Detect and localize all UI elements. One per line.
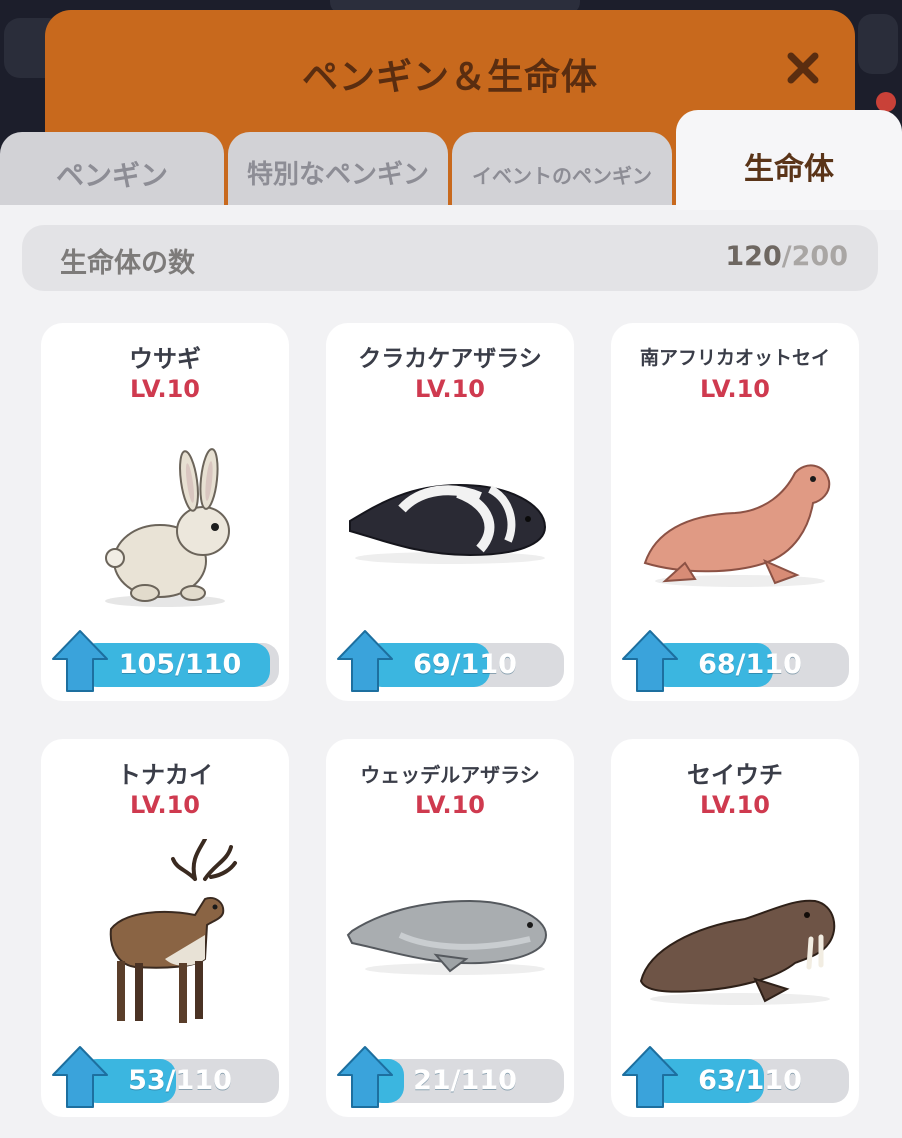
- close-icon: [787, 52, 819, 84]
- progress-text: 21/110: [413, 1065, 517, 1096]
- ribbon-seal-icon: [349, 483, 547, 564]
- creature-card-fur-seal[interactable]: 南アフリカオットセイ LV.10 68/110: [611, 323, 859, 701]
- tab-special-penguins[interactable]: 特別なペンギン: [228, 132, 448, 210]
- creature-card-reindeer[interactable]: トナカイ LV.10 53/110: [41, 739, 289, 1117]
- tab-penguins[interactable]: ペンギン: [0, 132, 224, 210]
- creature-level: LV.10: [700, 791, 770, 819]
- upgrade-arrow-icon[interactable]: [51, 629, 109, 695]
- creature-count-current: 120: [725, 241, 782, 272]
- dialog-title: ペンギン＆生命体: [301, 57, 598, 98]
- tab-event-penguins[interactable]: イベントのペンギン: [452, 132, 672, 210]
- creature-level: LV.10: [415, 375, 485, 403]
- creature-name: 南アフリカオットセイ: [639, 347, 830, 369]
- reindeer-icon: [109, 839, 237, 1023]
- creature-level: LV.10: [130, 791, 200, 819]
- creature-card-rabbit[interactable]: ウサギ LV.10 105/110: [41, 323, 289, 701]
- rabbit-icon: [105, 448, 230, 607]
- progress-text: 63/110: [698, 1065, 802, 1096]
- upgrade-arrow-icon[interactable]: [621, 1045, 679, 1111]
- creature-name: クラカケアザラシ: [358, 346, 542, 372]
- creature-name: セイウチ: [687, 761, 783, 789]
- progress-text: 53/110: [128, 1065, 232, 1096]
- fur-seal-icon: [643, 464, 831, 587]
- creature-name: ウサギ: [129, 345, 201, 373]
- creature-count-label: 生命体の数: [60, 248, 195, 279]
- creature-count-total: /200: [781, 241, 848, 272]
- upgrade-arrow-icon[interactable]: [336, 629, 394, 695]
- background-settings-button: [858, 14, 898, 74]
- creature-count-bar: 生命体の数 120/200: [22, 225, 878, 291]
- creature-level: LV.10: [700, 375, 770, 403]
- creature-level: LV.10: [415, 791, 485, 819]
- creature-name: ウェッデルアザラシ: [360, 763, 540, 787]
- creature-panel: 生命体の数 120/200 ウサギ LV.10 105/110 クラカケアザラシ…: [0, 205, 902, 1138]
- tab-creatures[interactable]: 生命体: [676, 110, 902, 210]
- creature-name: トナカイ: [117, 761, 213, 789]
- creature-card-weddell-seal[interactable]: ウェッデルアザラシ LV.10 21/110: [326, 739, 574, 1117]
- walrus-icon: [639, 899, 836, 1005]
- weddell-seal-icon: [346, 899, 548, 975]
- background-notification-badge: [876, 92, 896, 112]
- creature-level: LV.10: [130, 375, 200, 403]
- progress-text: 69/110: [413, 649, 517, 680]
- upgrade-arrow-icon[interactable]: [621, 629, 679, 695]
- progress-text: 68/110: [698, 649, 802, 680]
- upgrade-arrow-icon[interactable]: [336, 1045, 394, 1111]
- progress-text: 105/110: [118, 649, 242, 680]
- creature-card-walrus[interactable]: セイウチ LV.10 63/110: [611, 739, 859, 1117]
- creature-card-ribbon-seal[interactable]: クラカケアザラシ LV.10 69/110: [326, 323, 574, 701]
- close-button[interactable]: [781, 46, 825, 90]
- upgrade-arrow-icon[interactable]: [51, 1045, 109, 1111]
- creature-count-value: 120/200: [725, 241, 848, 272]
